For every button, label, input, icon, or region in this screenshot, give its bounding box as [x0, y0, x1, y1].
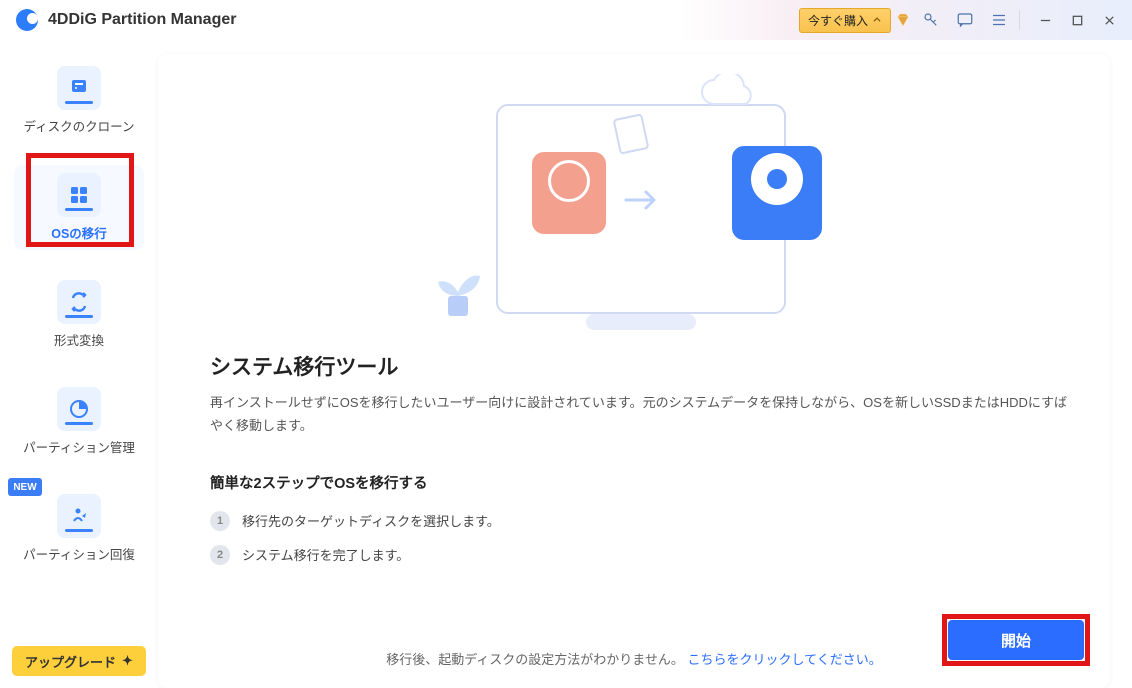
upgrade-button[interactable]: アップグレード ✦ — [12, 646, 146, 676]
footer-link[interactable]: こちらをクリックしてください。 — [688, 652, 882, 667]
sidebar-item-os-migration[interactable]: OSの移行 — [14, 165, 144, 250]
feedback-icon-button[interactable] — [951, 6, 979, 34]
sidebar-item-label: ディスクのクローン — [23, 116, 134, 135]
step-row: 1 移行先のターゲットディスクを選択します。 — [210, 511, 1072, 531]
format-convert-icon — [57, 280, 101, 324]
sidebar-item-partition-recovery[interactable]: パーティション回復 — [14, 486, 144, 571]
partition-manage-icon — [57, 387, 101, 431]
hero-illustration — [210, 76, 1072, 341]
os-migration-icon — [57, 173, 101, 217]
titlebar: 4DDiG Partition Manager 今すぐ購入 — [0, 0, 1132, 40]
maximize-button[interactable] — [1064, 7, 1090, 33]
menu-icon-button[interactable] — [985, 6, 1013, 34]
titlebar-separator — [1019, 10, 1020, 30]
chevron-up-icon — [872, 15, 882, 25]
sidebar-item-partition-manage[interactable]: パーティション管理 — [14, 379, 144, 464]
section-title: システム移行ツール — [210, 351, 1072, 381]
buy-now-button[interactable]: 今すぐ購入 — [799, 8, 891, 33]
disk-clone-icon — [57, 66, 101, 110]
main-panel: システム移行ツール 再インストールせずにOSを移行したいユーザー向けに設計されて… — [158, 54, 1110, 688]
minimize-button[interactable] — [1032, 7, 1058, 33]
sidebar-item-format-convert[interactable]: 形式変換 — [14, 272, 144, 357]
sparkle-icon: ✦ — [122, 653, 133, 669]
step-text: システム移行を完了します。 — [242, 545, 409, 564]
sidebar: ディスクのクローン OSの移行 形式変換 パーティション管理 パーティ — [0, 40, 158, 688]
sidebar-item-disk-clone[interactable]: ディスクのクローン — [14, 58, 144, 143]
close-button[interactable] — [1096, 7, 1122, 33]
new-badge: NEW — [8, 478, 42, 496]
key-icon-button[interactable] — [917, 6, 945, 34]
source-disk-graphic — [532, 152, 606, 234]
cloud-icon — [694, 74, 766, 114]
partition-recovery-icon — [57, 494, 101, 538]
app-logo-icon — [16, 9, 38, 31]
footer-hint: 移行後、起動ディスクの設定方法がわかりません。 — [386, 652, 684, 667]
target-disk-graphic — [732, 146, 822, 240]
upgrade-label: アップグレード — [25, 652, 116, 671]
document-icon — [613, 113, 650, 154]
sidebar-item-label: パーティション管理 — [23, 437, 135, 456]
step-number: 2 — [210, 545, 230, 565]
sidebar-item-label: 形式変換 — [54, 330, 104, 349]
footer-note: 移行後、起動ディスクの設定方法がわかりません。 こちらをクリックしてください。 — [158, 649, 1110, 668]
section-description: 再インストールせずにOSを移行したいユーザー向けに設計されています。元のシステム… — [210, 391, 1072, 438]
buy-now-label: 今すぐ購入 — [808, 12, 868, 29]
diamond-icon — [895, 12, 911, 28]
steps-subtitle: 簡単な2ステップでOSを移行する — [210, 472, 1072, 493]
plant-icon — [432, 232, 484, 320]
arrow-right-icon — [624, 188, 664, 212]
sidebar-item-label: パーティション回復 — [23, 544, 135, 563]
sidebar-item-label: OSの移行 — [51, 223, 107, 242]
monitor-graphic — [496, 104, 786, 314]
step-number: 1 — [210, 511, 230, 531]
step-row: 2 システム移行を完了します。 — [210, 545, 1072, 565]
app-title: 4DDiG Partition Manager — [48, 11, 236, 29]
step-text: 移行先のターゲットディスクを選択します。 — [242, 511, 500, 530]
